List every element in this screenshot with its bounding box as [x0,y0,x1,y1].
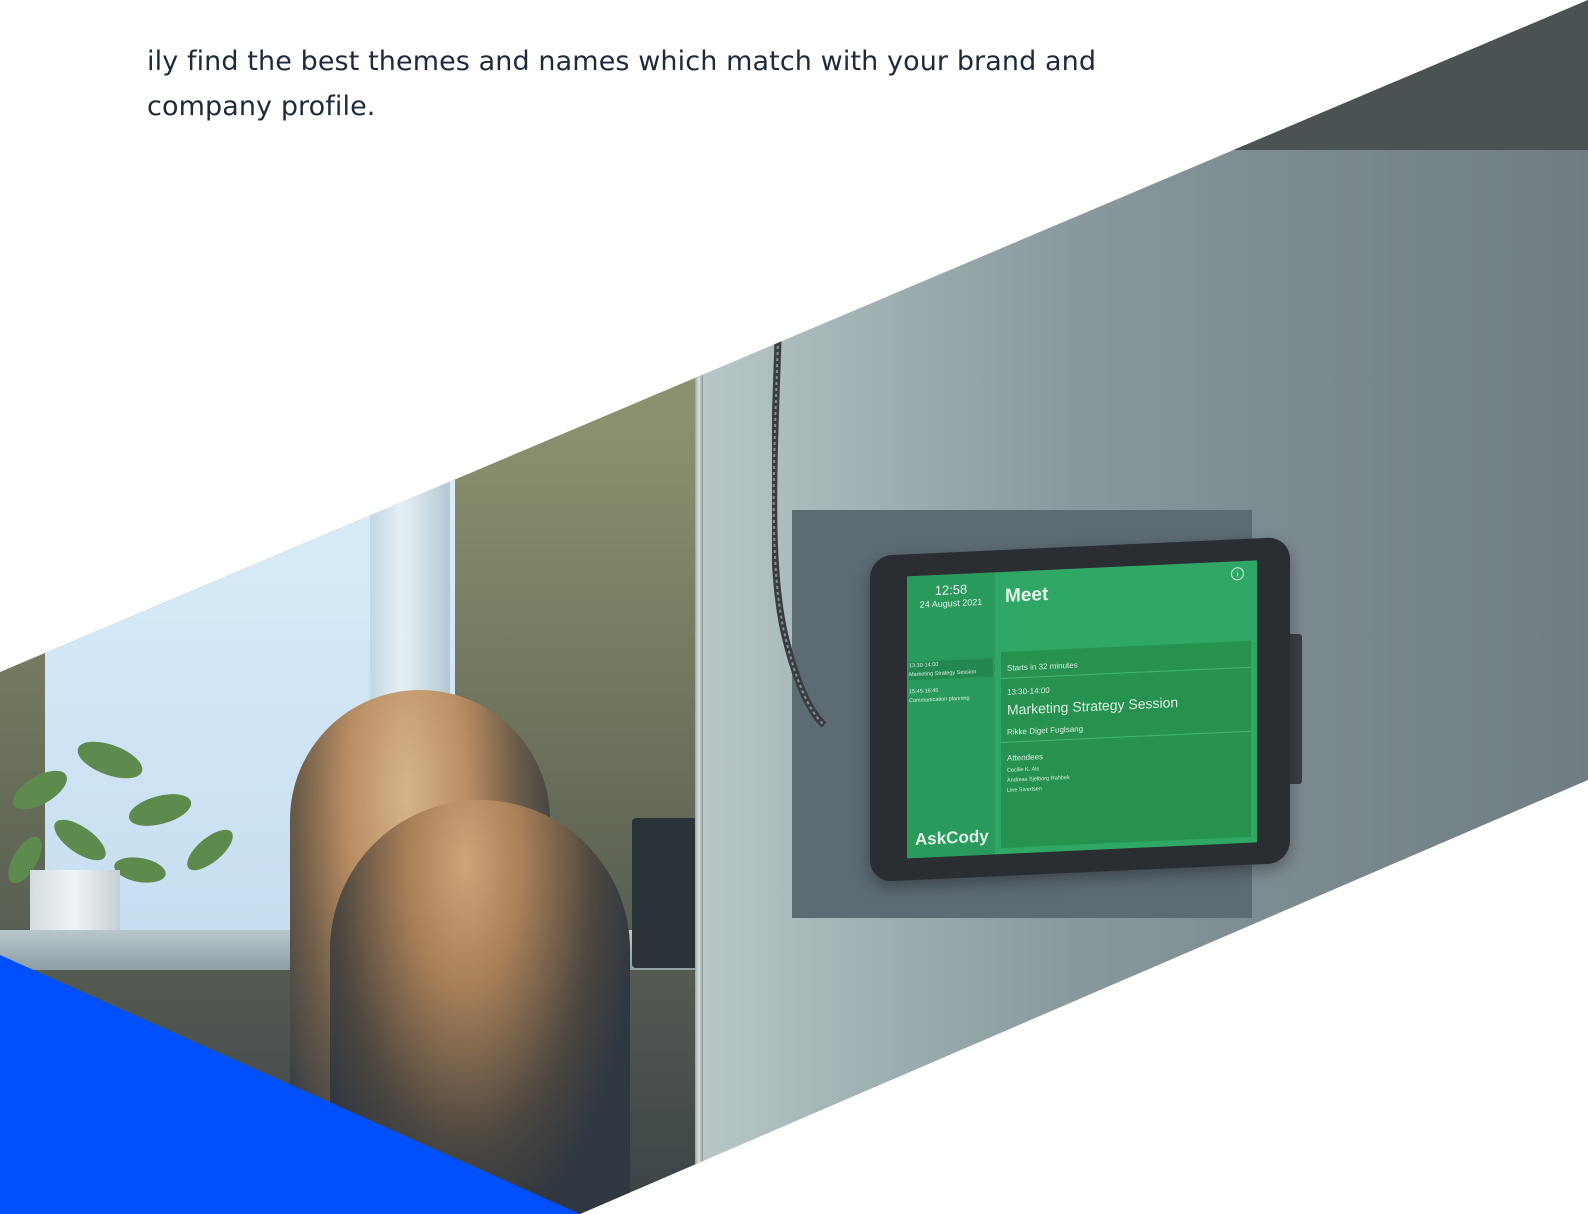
intro-cut-line [147,0,1047,39]
meeting-organizer: Rikke Diget Fuglsang [1007,724,1084,737]
schedule-sidebar [907,572,995,859]
brand-logo: AskCody [915,826,989,849]
wall-shadow [1230,0,1588,150]
room-name: Meet [1005,583,1049,607]
booking-item[interactable]: 13:30-14:00 Marketing Strategy Session [909,658,993,681]
intro-line-2: company profile. [147,91,376,122]
meeting-time: 13:30-14:00 [1007,685,1050,697]
starts-in-text: Starts in 32 minutes [1007,660,1078,673]
intro-line-1: ily find the best themes and names which… [147,46,1097,77]
power-cable [772,340,827,728]
attendee: Andreas Sjelborg Rahbek [1007,774,1070,784]
room-display-tablet: 12:58 24 August 2021 13:30-14:00 Marketi… [870,536,1290,882]
attendees-label: Attendees [1007,752,1044,763]
intro-paragraph: ily find the best themes and names which… [147,0,1097,129]
room-display-screen: 12:58 24 August 2021 13:30-14:00 Marketi… [907,560,1257,859]
booking-item[interactable]: 15:45-16:45 Communication planning [909,684,993,706]
attendee: Cecilie K. Als [1007,766,1040,774]
info-icon[interactable]: i [1231,567,1244,581]
upcoming-meeting-panel: Starts in 32 minutes 13:30-14:00 Marketi… [1001,640,1251,849]
hero-photo: 12:58 24 August 2021 13:30-14:00 Marketi… [0,0,1588,1214]
glass-wall-edge [695,0,703,1214]
attendee: Line Sivertsen [1007,786,1042,794]
meeting-title: Marketing Strategy Session [1007,694,1179,718]
desk-monitor [632,818,702,968]
